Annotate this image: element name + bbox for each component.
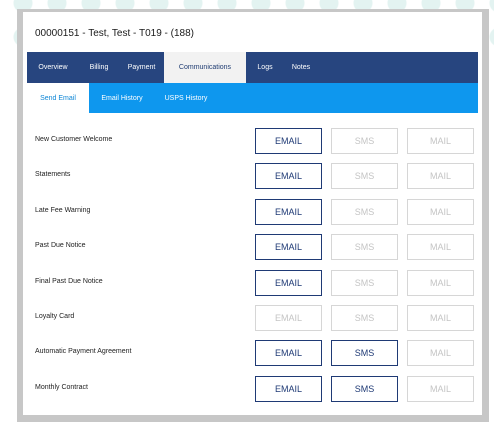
communication-row: Late Fee Warning EMAIL SMS MAIL [23,199,482,225]
sms-button: SMS [331,270,398,296]
communication-row: Past Due Notice EMAIL SMS MAIL [23,234,482,260]
email-button[interactable]: EMAIL [255,199,322,225]
communication-label: Past Due Notice [35,242,86,249]
communication-label: New Customer Welcome [35,136,113,143]
communication-row: Monthly Contract EMAIL SMS MAIL [23,376,482,402]
sms-button: SMS [331,199,398,225]
mail-button: MAIL [407,270,474,296]
email-button[interactable]: EMAIL [255,270,322,296]
communication-label: Final Past Due Notice [35,278,103,285]
communication-label: Loyalty Card [35,313,75,320]
email-button[interactable]: EMAIL [255,340,322,366]
sms-button[interactable]: SMS [331,340,398,366]
mail-button: MAIL [407,376,474,402]
email-button[interactable]: EMAIL [255,234,322,260]
communication-row: Final Past Due Notice EMAIL SMS MAIL [23,270,482,296]
email-button[interactable]: EMAIL [255,128,322,154]
mail-button: MAIL [407,234,474,260]
communication-row: Automatic Payment Agreement EMAIL SMS MA… [23,340,482,366]
communication-label: Monthly Contract [35,384,88,391]
customer-panel: 00000151 - Test, Test - T019 - (188) Ove… [23,12,482,415]
email-button[interactable]: EMAIL [255,376,322,402]
mail-button: MAIL [407,128,474,154]
communication-row: New Customer Welcome EMAIL SMS MAIL [23,128,482,154]
communication-label: Late Fee Warning [35,207,91,214]
sms-button: SMS [331,128,398,154]
communication-list: New Customer Welcome EMAIL SMS MAIL Stat… [23,12,482,415]
mail-button: MAIL [407,199,474,225]
email-button: EMAIL [255,305,322,331]
sms-button: SMS [331,305,398,331]
sms-button: SMS [331,163,398,189]
communication-row: Statements EMAIL SMS MAIL [23,163,482,189]
mail-button: MAIL [407,305,474,331]
sms-button[interactable]: SMS [331,376,398,402]
communication-row: Loyalty Card EMAIL SMS MAIL [23,305,482,331]
mail-button: MAIL [407,340,474,366]
communication-label: Automatic Payment Agreement [35,348,132,355]
communication-label: Statements [35,171,71,178]
sms-button: SMS [331,234,398,260]
email-button[interactable]: EMAIL [255,163,322,189]
mail-button: MAIL [407,163,474,189]
